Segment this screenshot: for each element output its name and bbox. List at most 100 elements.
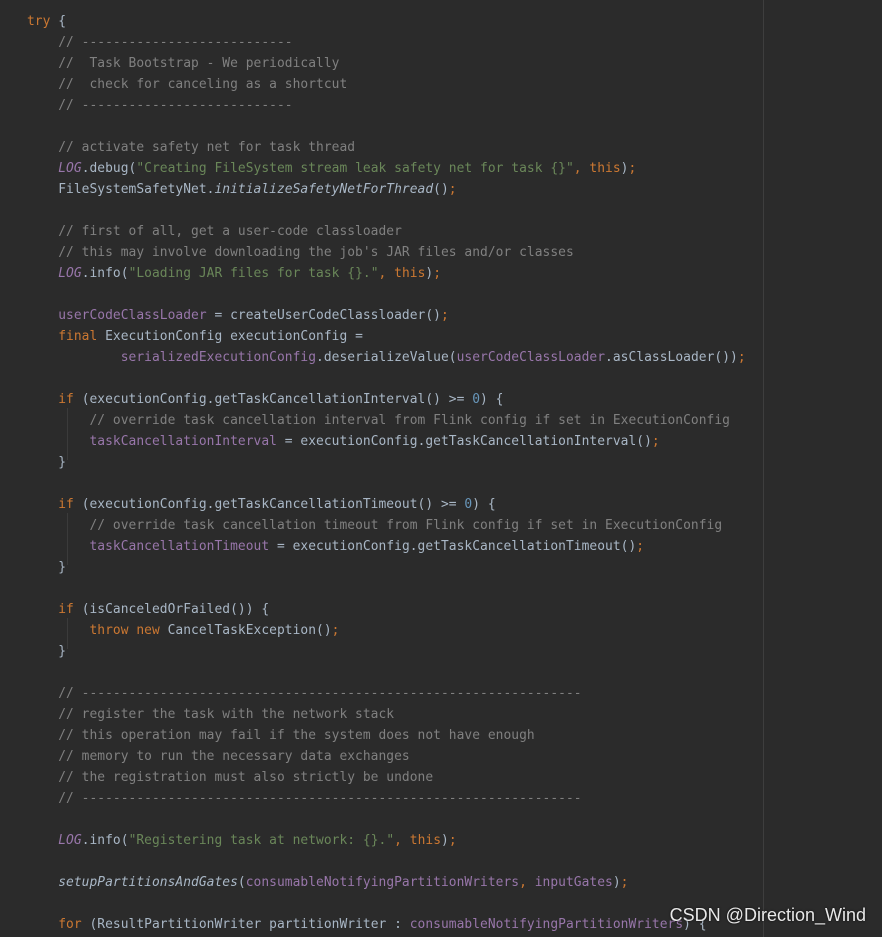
code-line[interactable]	[27, 578, 746, 599]
code-line[interactable]	[27, 662, 746, 683]
code-line[interactable]: FileSystemSafetyNet.initializeSafetyNetF…	[27, 179, 746, 200]
comment-token: // memory to run the necessary data exch…	[58, 749, 410, 764]
code-line[interactable]: userCodeClassLoader = createUserCodeClas…	[27, 305, 746, 326]
code-line[interactable]	[27, 116, 746, 137]
code-token: = createUserCodeClassloader()	[206, 308, 441, 323]
code-line[interactable]: if (executionConfig.getTaskCancellationI…	[27, 389, 746, 410]
code-line[interactable]: // register the task with the network st…	[27, 704, 746, 725]
code-line[interactable]: // override task cancellation interval f…	[27, 410, 746, 431]
code-line[interactable]: for (ResultPartitionWriter partitionWrit…	[27, 914, 746, 935]
code-line[interactable]	[27, 368, 746, 389]
keyword-token: if	[58, 602, 82, 617]
comment-token: // Task Bootstrap - We periodically	[58, 56, 340, 71]
code-line[interactable]: LOG.info("Registering task at network: {…	[27, 830, 746, 851]
code-line[interactable]: final ExecutionConfig executionConfig =	[27, 326, 746, 347]
keyword-token: ;	[737, 350, 746, 365]
code-line[interactable]: // first of all, get a user-code classlo…	[27, 221, 746, 242]
code-token: ()	[433, 182, 449, 197]
keyword-token: ;	[628, 161, 637, 176]
code-token: .info(	[81, 833, 129, 848]
code-token: = executionConfig.getTaskCancellationTim…	[269, 539, 637, 554]
code-line[interactable]: throw new CancelTaskException();	[27, 620, 746, 641]
code-line[interactable]: }	[27, 557, 746, 578]
keyword-token: ;	[620, 875, 629, 890]
comment-token: // this may involve downloading the job'…	[58, 245, 574, 260]
keyword-token: , this	[573, 161, 621, 176]
code-line[interactable]: // memory to run the necessary data exch…	[27, 746, 746, 767]
code-line[interactable]: // activate safety net for task thread	[27, 137, 746, 158]
code-line[interactable]: // -------------------------------------…	[27, 788, 746, 809]
comment-token: // ---------------------------	[58, 98, 293, 113]
code-line[interactable]	[27, 200, 746, 221]
code-line[interactable]	[27, 473, 746, 494]
field-token: consumableNotifyingPartitionWriters	[409, 917, 684, 932]
code-line[interactable]: serializedExecutionConfig.deserializeVal…	[27, 347, 746, 368]
code-line[interactable]: // ---------------------------	[27, 32, 746, 53]
code-token: .debug(	[81, 161, 137, 176]
method-token: setupPartitionsAndGates	[58, 875, 238, 890]
code-token: (ResultPartitionWriter partitionWriter :	[89, 917, 410, 932]
code-line[interactable]	[27, 809, 746, 830]
code-token: }	[27, 560, 67, 575]
code-line[interactable]: // check for canceling as a shortcut	[27, 74, 746, 95]
keyword-token: final	[58, 329, 106, 344]
number-token: 0	[472, 392, 481, 407]
code-line[interactable]: // override task cancellation timeout fr…	[27, 515, 746, 536]
code-line[interactable]: LOG.info("Loading JAR files for task {}.…	[27, 263, 746, 284]
code-editor[interactable]: try { // --------------------------- // …	[0, 0, 882, 937]
keyword-token: ,	[519, 875, 535, 890]
code-line[interactable]: // -------------------------------------…	[27, 683, 746, 704]
code-line[interactable]: // this may involve downloading the job'…	[27, 242, 746, 263]
field-token: userCodeClassLoader	[456, 350, 606, 365]
keyword-token: , this	[378, 266, 426, 281]
comment-token: // override task cancellation timeout fr…	[89, 518, 723, 533]
code-token: (executionConfig.getTaskCancellationInte…	[81, 392, 473, 407]
comment-token: // register the task with the network st…	[58, 707, 395, 722]
code-line[interactable]: if (isCanceledOrFailed()) {	[27, 599, 746, 620]
code-lines[interactable]: try { // --------------------------- // …	[27, 11, 746, 935]
code-line[interactable]: }	[27, 641, 746, 662]
field-token: userCodeClassLoader	[58, 308, 207, 323]
code-line[interactable]: LOG.debug("Creating FileSystem stream le…	[27, 158, 746, 179]
code-line[interactable]: // this operation may fail if the system…	[27, 725, 746, 746]
field-token: taskCancellationTimeout	[89, 539, 270, 554]
comment-token: // first of all, get a user-code classlo…	[58, 224, 402, 239]
code-token: .info(	[81, 266, 129, 281]
keyword-token: ;	[448, 833, 457, 848]
code-line[interactable]	[27, 851, 746, 872]
code-line[interactable]: }	[27, 452, 746, 473]
code-line[interactable]: try {	[27, 11, 746, 32]
code-line[interactable]: taskCancellationTimeout = executionConfi…	[27, 536, 746, 557]
code-line[interactable]	[27, 893, 746, 914]
code-token: CancelTaskException()	[167, 623, 332, 638]
right-margin-guide	[763, 0, 764, 937]
code-line[interactable]: // Task Bootstrap - We periodically	[27, 53, 746, 74]
code-token: }	[27, 455, 67, 470]
code-line[interactable]: // ---------------------------	[27, 95, 746, 116]
code-line[interactable]	[27, 284, 746, 305]
code-token: (isCanceledOrFailed()) {	[81, 602, 270, 617]
code-line[interactable]: // the registration must also strictly b…	[27, 767, 746, 788]
code-token: = executionConfig.getTaskCancellationInt…	[276, 434, 652, 449]
keyword-token: ;	[331, 623, 340, 638]
code-line[interactable]: taskCancellationInterval = executionConf…	[27, 431, 746, 452]
code-line[interactable]: setupPartitionsAndGates(consumableNotify…	[27, 872, 746, 893]
code-token: (	[237, 875, 246, 890]
code-token: (executionConfig.getTaskCancellationTime…	[81, 497, 465, 512]
code-line[interactable]: if (executionConfig.getTaskCancellationT…	[27, 494, 746, 515]
field-token: consumableNotifyingPartitionWriters	[245, 875, 520, 890]
